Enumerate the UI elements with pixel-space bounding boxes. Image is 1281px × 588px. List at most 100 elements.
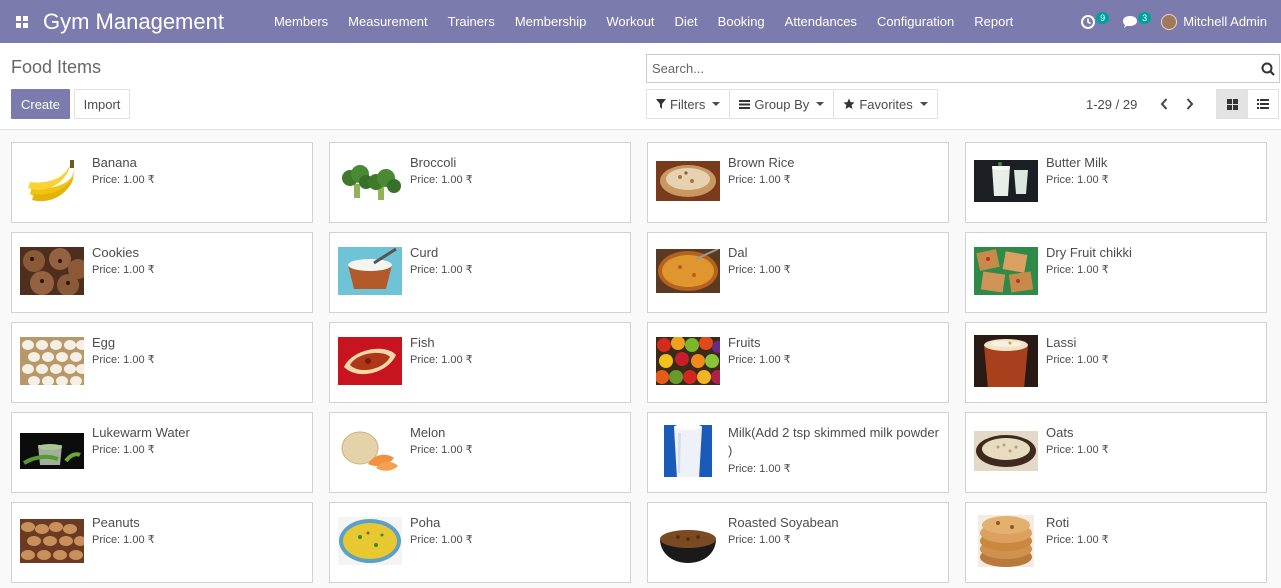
kanban-card-dry-fruit-chikki[interactable]: Dry Fruit chikki Price: 1.00 ₹ bbox=[965, 232, 1267, 313]
water-image bbox=[20, 425, 84, 477]
list-icon bbox=[1257, 99, 1269, 109]
kanban-card-butter-milk[interactable]: Butter Milk Price: 1.00 ₹ bbox=[965, 142, 1267, 223]
clock-icon bbox=[1081, 14, 1096, 29]
kanban-card-lukewarm-water[interactable]: Lukewarm Water Price: 1.00 ₹ bbox=[11, 412, 313, 493]
item-name: Fruits bbox=[728, 335, 761, 350]
kanban-card-lassi[interactable]: Lassi Price: 1.00 ₹ bbox=[965, 322, 1267, 403]
message-count-badge: 3 bbox=[1138, 11, 1152, 24]
pager-previous-button[interactable] bbox=[1151, 91, 1177, 117]
kanban-card-broccoli[interactable]: Broccoli Price: 1.00 ₹ bbox=[329, 142, 631, 223]
item-price: Price: 1.00 ₹ bbox=[728, 463, 791, 475]
kanban-card-poha[interactable]: Poha Price: 1.00 ₹ bbox=[329, 502, 631, 583]
pager-next-button[interactable] bbox=[1177, 91, 1203, 117]
item-name: Broccoli bbox=[410, 155, 457, 170]
item-price: Price: 1.00 ₹ bbox=[92, 534, 155, 546]
item-name: Oats bbox=[1046, 425, 1074, 440]
item-price: Price: 1.00 ₹ bbox=[1046, 174, 1109, 186]
butter-milk-image bbox=[974, 155, 1038, 207]
kanban-view-button[interactable] bbox=[1216, 89, 1248, 119]
kanban-card-cookies[interactable]: Cookies Price: 1.00 ₹ bbox=[11, 232, 313, 313]
item-name: Butter Milk bbox=[1046, 155, 1108, 170]
group-by-dropdown[interactable]: Group By bbox=[729, 89, 835, 119]
menu-membership[interactable]: Membership bbox=[505, 0, 597, 43]
bars-icon bbox=[739, 99, 751, 109]
kanban-card-roti[interactable]: Roti Price: 1.00 ₹ bbox=[965, 502, 1267, 583]
search-input[interactable] bbox=[647, 61, 1257, 76]
menu-configuration[interactable]: Configuration bbox=[867, 0, 964, 43]
item-price: Price: 1.00 ₹ bbox=[1046, 534, 1109, 546]
top-navbar: Gym Management Members Measurement Train… bbox=[0, 0, 1281, 43]
kanban-card-dal[interactable]: Dal Price: 1.00 ₹ bbox=[647, 232, 949, 313]
main-menu: Members Measurement Trainers Membership … bbox=[264, 0, 1023, 43]
banana-image bbox=[20, 155, 84, 207]
list-view-button[interactable] bbox=[1247, 89, 1279, 119]
control-panel: Food Items Create Import Filters Group B… bbox=[0, 43, 1281, 130]
menu-report[interactable]: Report bbox=[964, 0, 1023, 43]
item-name: Dal bbox=[728, 245, 748, 260]
filters-label: Filters bbox=[670, 96, 706, 112]
item-name: Curd bbox=[410, 245, 439, 260]
import-button[interactable]: Import bbox=[74, 89, 130, 119]
kanban-card-roasted-soyabean[interactable]: Roasted Soyabean Price: 1.00 ₹ bbox=[647, 502, 949, 583]
item-name: Dry Fruit chikki bbox=[1046, 245, 1132, 260]
cookies-image bbox=[20, 245, 84, 297]
soyabean-image bbox=[656, 515, 720, 567]
kanban-card-curd[interactable]: Curd Price: 1.00 ₹ bbox=[329, 232, 631, 313]
kanban-card-melon[interactable]: Melon Price: 1.00 ₹ bbox=[329, 412, 631, 493]
broccoli-image bbox=[338, 155, 402, 207]
view-switcher bbox=[1216, 89, 1279, 119]
systray: 9 3 Mitchell Admin bbox=[1077, 0, 1281, 43]
menu-measurement[interactable]: Measurement bbox=[338, 0, 437, 43]
favorites-dropdown[interactable]: Favorites bbox=[833, 89, 938, 119]
filters-dropdown[interactable]: Filters bbox=[646, 89, 731, 119]
item-price: Price: 1.00 ₹ bbox=[410, 354, 473, 366]
apps-menu-icon[interactable] bbox=[0, 0, 43, 43]
filter-icon bbox=[656, 99, 666, 109]
item-name: Banana bbox=[92, 155, 137, 170]
item-name: Cookies bbox=[92, 245, 139, 260]
item-name: Peanuts bbox=[92, 515, 140, 530]
kanban-card-brown-rice[interactable]: Brown Rice Price: 1.00 ₹ bbox=[647, 142, 949, 223]
kanban-card-milk[interactable]: Milk(Add 2 tsp skimmed milk powder ) Pri… bbox=[647, 412, 949, 493]
chevron-right-icon bbox=[1187, 98, 1194, 110]
item-price: Price: 1.00 ₹ bbox=[728, 534, 791, 546]
favorites-label: Favorites bbox=[859, 96, 913, 112]
menu-trainers[interactable]: Trainers bbox=[438, 0, 505, 43]
kanban-grid-icon bbox=[1226, 98, 1238, 110]
user-menu[interactable]: Mitchell Admin bbox=[1161, 13, 1267, 30]
melon-image bbox=[338, 425, 402, 477]
item-price: Price: 1.00 ₹ bbox=[1046, 354, 1109, 366]
item-price: Price: 1.00 ₹ bbox=[410, 444, 473, 456]
messages-button[interactable]: 3 bbox=[1119, 11, 1152, 33]
item-price: Price: 1.00 ₹ bbox=[92, 264, 155, 276]
kanban-card-banana[interactable]: Banana Price: 1.00 ₹ bbox=[11, 142, 313, 223]
item-name: Brown Rice bbox=[728, 155, 795, 170]
item-name: Roasted Soyabean bbox=[728, 515, 839, 530]
chevron-left-icon bbox=[1160, 98, 1168, 110]
menu-booking[interactable]: Booking bbox=[708, 0, 775, 43]
item-price: Price: 1.00 ₹ bbox=[728, 174, 791, 186]
kanban-card-fish[interactable]: Fish Price: 1.00 ₹ bbox=[329, 322, 631, 403]
kanban-card-egg[interactable]: Egg Price: 1.00 ₹ bbox=[11, 322, 313, 403]
item-price: Price: 1.00 ₹ bbox=[410, 174, 473, 186]
menu-members[interactable]: Members bbox=[264, 0, 338, 43]
menu-attendances[interactable]: Attendances bbox=[775, 0, 867, 43]
kanban-grid: Banana Price: 1.00 ₹ Broccoli Price: 1.0… bbox=[11, 142, 1281, 583]
chat-icon bbox=[1123, 15, 1138, 28]
poha-image bbox=[338, 515, 402, 567]
kanban-card-peanuts[interactable]: Peanuts Price: 1.00 ₹ bbox=[11, 502, 313, 583]
kanban-card-oats[interactable]: Oats Price: 1.00 ₹ bbox=[965, 412, 1267, 493]
create-button[interactable]: Create bbox=[11, 89, 70, 119]
menu-diet[interactable]: Diet bbox=[665, 0, 708, 43]
pager: 1-29 / 29 bbox=[1086, 89, 1203, 119]
menu-workout[interactable]: Workout bbox=[596, 0, 664, 43]
app-brand[interactable]: Gym Management bbox=[43, 9, 224, 35]
caret-down-icon bbox=[816, 102, 825, 106]
pager-value[interactable]: 1-29 / 29 bbox=[1086, 97, 1137, 112]
item-name: Lassi bbox=[1046, 335, 1077, 350]
peanuts-image bbox=[20, 515, 84, 567]
search-icon[interactable] bbox=[1257, 58, 1279, 80]
kanban-card-fruits[interactable]: Fruits Price: 1.00 ₹ bbox=[647, 322, 949, 403]
activity-button[interactable]: 9 bbox=[1077, 11, 1110, 33]
item-name: Milk(Add 2 tsp skimmed milk powder ) bbox=[728, 425, 939, 458]
